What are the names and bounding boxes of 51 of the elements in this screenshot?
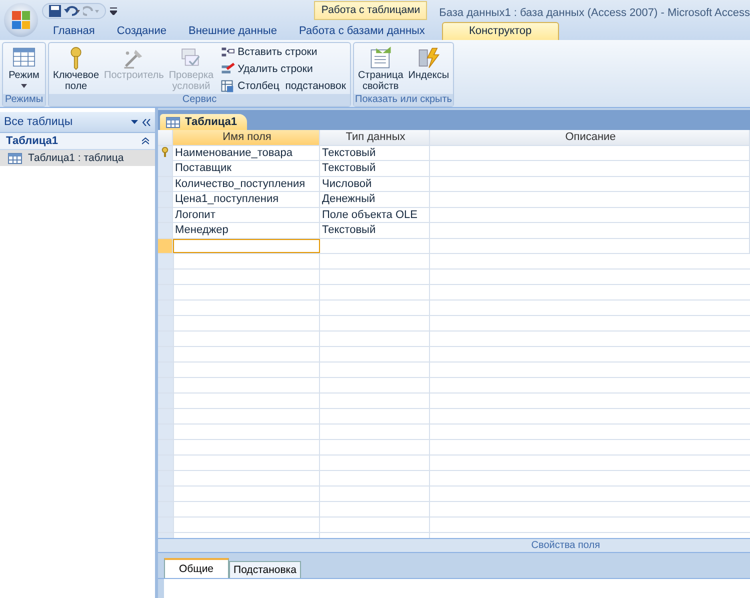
window-title: База данных1 : база данных (Access 2007) - Microsoft Access (438, 6, 750, 18)
table-cell: Текстовый (320, 161, 430, 176)
ribbon-button[interactable]: Индексы (406, 44, 452, 93)
group-label: Режимы (3, 94, 45, 106)
column-header[interactable]: Имя поля (173, 130, 320, 144)
collapse-group-icon[interactable] (142, 137, 149, 145)
table-cell: Поставщик (173, 161, 320, 176)
ribbon-button[interactable]: Столбец подстановок (216, 78, 348, 94)
table-cell: Денежный (320, 192, 430, 206)
column-header[interactable]: Описание (430, 130, 750, 144)
table-cell: Менеджер (173, 223, 320, 238)
customize-caret-icon[interactable] (110, 6, 117, 14)
section-title: Свойства поля (531, 540, 600, 551)
column-header[interactable]: Тип данных (320, 130, 430, 144)
save-icon[interactable] (49, 4, 61, 16)
ribbon-button[interactable]: Режим (5, 44, 43, 93)
table-cell: Текстовый (320, 223, 430, 238)
document-tab[interactable]: Таблица1 (160, 114, 247, 130)
ribbon-tab[interactable]: Главная (42, 23, 106, 40)
lookup-column-icon (218, 79, 235, 93)
ribbon-tab[interactable]: Конструктор (442, 22, 559, 40)
properties-tab[interactable]: Общие (164, 558, 229, 578)
table-icon (166, 116, 180, 128)
table-cell: Количество_поступления (173, 176, 320, 191)
table-cell: Логопит (173, 208, 320, 222)
ribbon-button[interactable]: Удалить строки (216, 61, 348, 77)
ribbon-tab[interactable]: Работа с базами данных (288, 23, 436, 40)
ribbon-tab[interactable]: Создание (106, 23, 178, 40)
contextual-tab-group: Работа с таблицами (314, 1, 428, 20)
table-cell: Числовой (320, 176, 430, 191)
group-label: Показать или скрыть (354, 94, 454, 106)
collapse-pane-icon[interactable] (142, 118, 151, 126)
ribbon-button[interactable]: Страница свойств (356, 44, 406, 93)
office-button[interactable] (4, 3, 38, 37)
dropdown-icon[interactable] (131, 120, 138, 124)
ribbon-button[interactable]: Ключевое поле (51, 44, 102, 93)
group-label: Сервис (49, 94, 350, 106)
table-icon (8, 152, 22, 164)
input-field[interactable] (173, 238, 320, 253)
table-cell: Текстовый (320, 146, 430, 162)
properties-tab[interactable]: Подстановка (228, 561, 302, 578)
key-icon (161, 146, 169, 158)
redo-icon (83, 4, 99, 16)
ribbon-tab[interactable]: Внешние данные (178, 23, 288, 40)
row-selector[interactable] (158, 146, 173, 162)
table-cell: Наименование_товара (173, 146, 320, 162)
ribbon-button[interactable]: Вставить строки (216, 44, 348, 60)
table-cell: Цена1_поступления (173, 192, 320, 206)
nav-item[interactable]: Таблица1 : таблица (0, 150, 155, 166)
table-cell: Поле объекта OLE (320, 208, 430, 222)
undo-icon[interactable] (64, 4, 80, 16)
